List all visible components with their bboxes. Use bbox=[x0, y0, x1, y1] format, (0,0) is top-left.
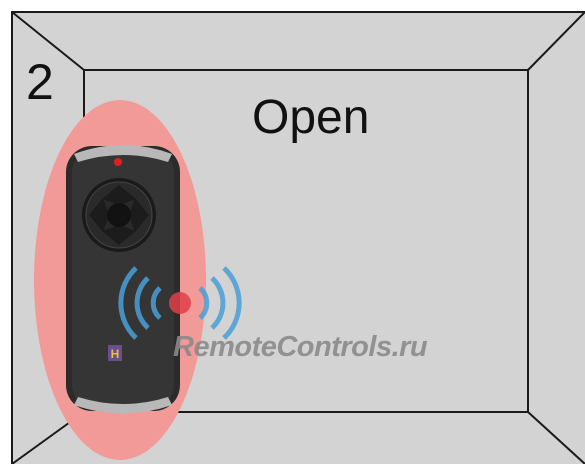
garage-door-panel: H 2 Open RemoteControls.ru bbox=[0, 0, 585, 469]
remote-control-icon: H bbox=[66, 145, 180, 414]
signal-dot bbox=[169, 292, 191, 314]
remote-center-button bbox=[107, 203, 131, 227]
action-label: Open bbox=[252, 91, 370, 144]
step-number: 2 bbox=[26, 54, 54, 110]
watermark-text: RemoteControls.ru bbox=[173, 331, 428, 363]
remote-logo-letter: H bbox=[111, 347, 120, 361]
remote-led bbox=[114, 158, 122, 166]
garage-door-illustration: H bbox=[11, 11, 585, 469]
